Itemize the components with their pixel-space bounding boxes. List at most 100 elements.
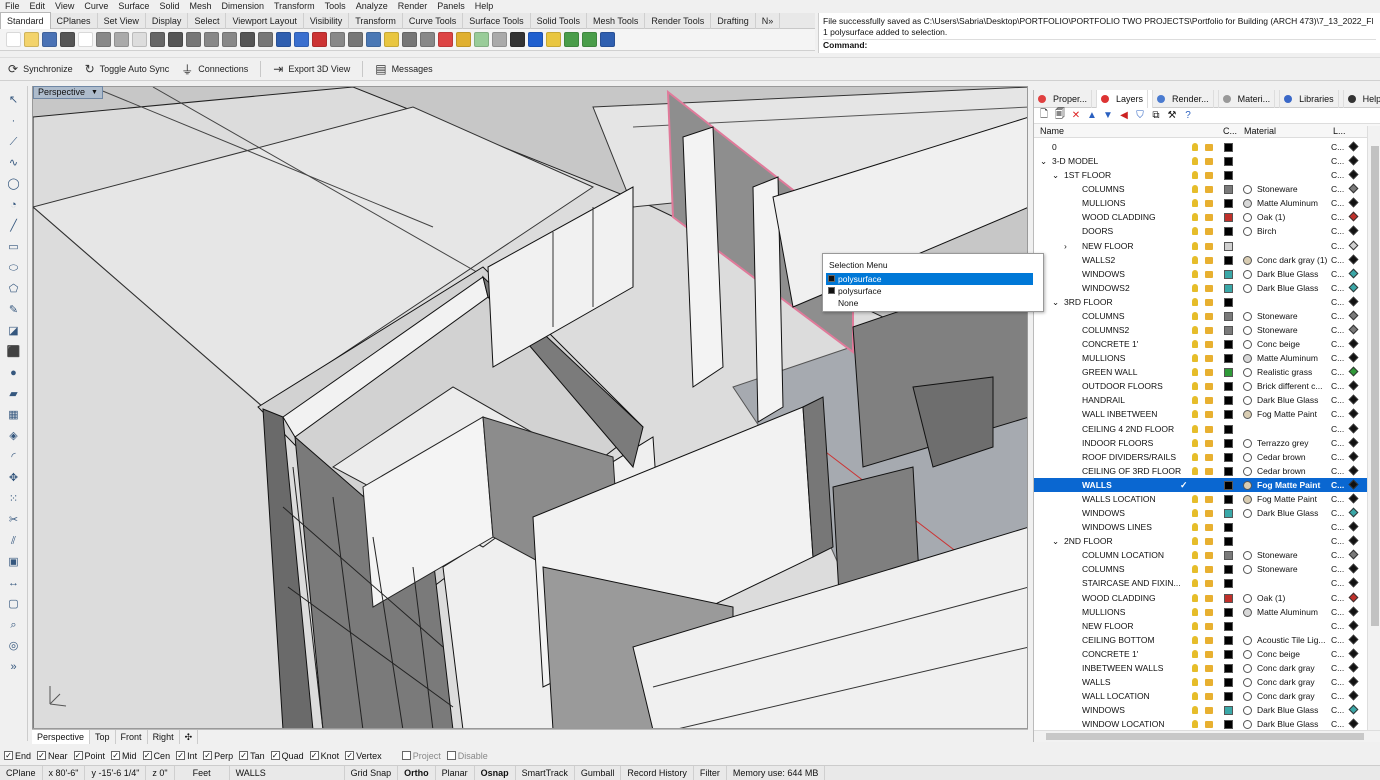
layer-row[interactable]: MULLIONS Matte Aluminum C... <box>1034 605 1367 619</box>
print-color-diamond-icon[interactable] <box>1348 563 1359 574</box>
column-color[interactable]: C... <box>1223 126 1237 136</box>
lock-icon[interactable] <box>1205 664 1213 672</box>
menu-item-panels[interactable]: Panels <box>432 0 470 12</box>
layer-row[interactable]: COLUMNS Stoneware C... <box>1034 182 1367 196</box>
toolbar-tab[interactable]: Display <box>146 12 189 29</box>
print-color-diamond-icon[interactable] <box>1348 197 1359 208</box>
freeform-icon[interactable]: ✎ <box>6 302 22 318</box>
collapse-arrow-icon[interactable]: ⌄ <box>1052 295 1059 309</box>
print-color-diamond-icon[interactable] <box>1348 155 1359 166</box>
visibility-bulb-icon[interactable] <box>1192 241 1198 250</box>
print-color-diamond-icon[interactable] <box>1348 338 1359 349</box>
layer-row[interactable]: MULLIONS Matte Aluminum C... <box>1034 351 1367 365</box>
layer-linetype[interactable]: C... <box>1331 295 1344 309</box>
status-cplane[interactable]: CPlane <box>0 766 43 780</box>
layer-color-swatch[interactable] <box>1224 706 1233 716</box>
lock-icon[interactable] <box>1205 327 1213 335</box>
material-swatch[interactable] <box>1243 593 1252 603</box>
arc-icon[interactable]: ◔ <box>6 197 22 213</box>
layer-color-swatch[interactable] <box>1224 297 1233 307</box>
layer-color-swatch[interactable] <box>1224 143 1233 152</box>
layer-row[interactable]: CEILING BOTTOM Acoustic Tile Lig... C... <box>1034 633 1367 647</box>
visibility-bulb-icon[interactable] <box>1192 621 1198 630</box>
filter-icon[interactable]: ⛉ <box>1134 110 1146 121</box>
layer-list-hscrollbar[interactable] <box>1034 730 1380 742</box>
export-3d-view-button[interactable]: ⇥ Export 3D View <box>273 62 350 76</box>
curve-icon[interactable]: ∿ <box>6 155 22 171</box>
new-file-icon[interactable] <box>6 32 21 47</box>
light-icon[interactable] <box>384 32 399 47</box>
layer-color-swatch[interactable] <box>1224 621 1233 631</box>
layer-row[interactable]: CEILING OF 3RD FLOOR Cedar brown C... <box>1034 464 1367 478</box>
visibility-bulb-icon[interactable] <box>1192 607 1198 616</box>
visibility-bulb-icon[interactable] <box>1192 227 1198 236</box>
material-swatch[interactable] <box>1243 692 1252 702</box>
layer-material[interactable]: Dark Blue Glass <box>1257 506 1318 520</box>
material-swatch[interactable] <box>1243 706 1252 716</box>
paste-icon[interactable] <box>132 32 147 47</box>
layer-color-swatch[interactable] <box>1224 227 1233 237</box>
rectangle-icon[interactable]: ▭ <box>6 239 22 255</box>
checkbox[interactable]: ✓ <box>4 751 13 760</box>
new-sublayer-icon[interactable]: 🗐 <box>1054 107 1066 124</box>
layer-color-swatch[interactable] <box>1224 565 1233 575</box>
lock-icon[interactable] <box>1205 369 1213 377</box>
visibility-bulb-icon[interactable] <box>1192 311 1198 320</box>
osnap-perp[interactable]: ✓ Perp <box>203 751 233 761</box>
planar-toggle[interactable]: Planar <box>436 766 475 780</box>
menu-item-transform[interactable]: Transform <box>269 0 320 12</box>
ortho-toggle[interactable]: Ortho <box>398 766 436 780</box>
ellipse-icon[interactable]: ⬭ <box>6 260 22 276</box>
lock-icon[interactable] <box>1205 355 1213 363</box>
layer-color-swatch[interactable] <box>1224 593 1233 603</box>
viewport-tab-right[interactable]: Right <box>148 730 180 744</box>
visibility-bulb-icon[interactable] <box>1192 269 1198 278</box>
layer-row[interactable]: 0 C... <box>1034 140 1367 154</box>
panel-tab-help[interactable]: Help <box>1344 90 1380 108</box>
print-color-diamond-icon[interactable] <box>1348 606 1359 617</box>
more-icon[interactable]: » <box>6 659 22 675</box>
layer-row[interactable]: WALL LOCATION Conc dark gray C... <box>1034 689 1367 703</box>
layer-color-swatch[interactable] <box>1224 241 1233 251</box>
lock-icon[interactable] <box>1205 172 1213 180</box>
sphere-dark-icon[interactable] <box>510 32 525 47</box>
layer-row[interactable]: COLUMNS2 Stoneware C... <box>1034 323 1367 337</box>
point-icon[interactable]: · <box>6 113 22 129</box>
layer-linetype[interactable]: C... <box>1331 323 1344 337</box>
panel-tab-layers[interactable]: Layers <box>1097 89 1154 108</box>
layer-material[interactable]: Stoneware <box>1257 182 1298 196</box>
layer-row[interactable]: ⌄ 3RD FLOOR C... <box>1034 295 1367 309</box>
checkbox[interactable] <box>446 751 456 760</box>
layer-linetype[interactable]: C... <box>1331 576 1344 590</box>
visibility-bulb-icon[interactable] <box>1192 283 1198 292</box>
print-color-diamond-icon[interactable] <box>1348 620 1359 631</box>
layer-row[interactable]: ⌄ 3-D MODEL C... <box>1034 154 1367 168</box>
lock-icon[interactable] <box>1205 200 1213 208</box>
layer-row[interactable]: WALLS2 Conc dark gray (1) C... <box>1034 253 1367 267</box>
material-swatch[interactable] <box>1243 382 1252 392</box>
material-icon[interactable] <box>456 32 471 47</box>
rotate-view-icon[interactable] <box>186 32 201 47</box>
checkbox[interactable]: ✓ <box>203 751 213 760</box>
delete-icon[interactable]: ✕ <box>1070 110 1082 121</box>
open-folder-icon[interactable] <box>24 32 39 47</box>
copy-icon[interactable]: ⧉ <box>1150 110 1162 121</box>
layer-row[interactable]: CEILING 4 2ND FLOOR C... <box>1034 422 1367 436</box>
cut-icon[interactable] <box>96 32 111 47</box>
toggle-auto-sync-button[interactable]: ↻ Toggle Auto Sync <box>85 62 170 76</box>
layer-material[interactable]: Realistic grass <box>1257 365 1312 379</box>
print-color-diamond-icon[interactable] <box>1348 521 1359 532</box>
layer-color-swatch[interactable] <box>1224 157 1233 167</box>
print-color-diamond-icon[interactable] <box>1348 507 1359 518</box>
move-up-icon[interactable]: ▲ <box>1086 110 1098 121</box>
circle-icon[interactable]: ◯ <box>6 176 22 192</box>
lock-icon[interactable] <box>1205 650 1213 658</box>
lock-icon[interactable] <box>1205 636 1213 644</box>
print-color-diamond-icon[interactable] <box>1348 479 1359 490</box>
viewport-title[interactable]: Perspective ▼ <box>33 86 103 99</box>
material-swatch[interactable] <box>1243 326 1252 336</box>
osnap-cen[interactable]: ✓ Cen <box>142 751 170 761</box>
visibility-bulb-icon[interactable] <box>1192 523 1198 532</box>
layer-linetype[interactable]: C... <box>1331 548 1344 562</box>
checkbox[interactable]: ✓ <box>176 751 186 760</box>
